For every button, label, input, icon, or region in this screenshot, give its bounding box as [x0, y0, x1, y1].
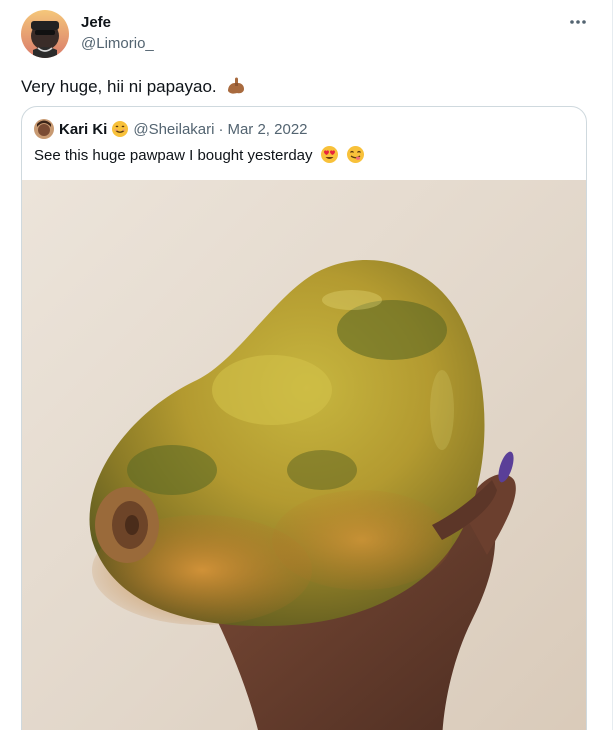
quote-date[interactable]: Mar 2, 2022 — [227, 121, 307, 138]
quote-text-body: See this huge pawpaw I bought yesterday — [34, 147, 313, 164]
quoted-tweet[interactable]: Kari Ki @Sheilakari · Mar 2, 2022 See th… — [21, 106, 587, 730]
quote-author-handle[interactable]: @Sheilakari — [133, 121, 214, 138]
quote-author-avatar[interactable] — [34, 119, 54, 139]
tweet-text: Very huge, hii ni papayao. — [21, 74, 247, 98]
quote-avatar-image — [34, 119, 54, 139]
tweet-card[interactable]: Jefe @Limorio_ Very huge, hii ni papayao… — [0, 0, 613, 730]
separator-dot: · — [218, 120, 224, 138]
quote-media-photo[interactable] — [22, 180, 586, 730]
tweet-text-body: Very huge, hii ni papayao. — [21, 77, 217, 96]
papaya-photo — [22, 180, 586, 730]
quote-author-name[interactable]: Kari Ki — [59, 121, 107, 138]
heart-eyes-icon — [320, 146, 338, 163]
more-options-icon — [570, 20, 586, 24]
smiling-face-icon — [112, 121, 129, 137]
yum-face-icon — [346, 146, 364, 163]
author-avatar[interactable] — [21, 10, 69, 58]
more-options-button[interactable] — [566, 12, 590, 32]
author-handle[interactable]: @Limorio_ — [81, 34, 154, 54]
avatar-image — [21, 10, 69, 58]
flexed-biceps-icon — [228, 77, 245, 94]
author-display-name[interactable]: Jefe — [81, 14, 154, 32]
quote-text: See this huge pawpaw I bought yesterday — [34, 145, 365, 166]
